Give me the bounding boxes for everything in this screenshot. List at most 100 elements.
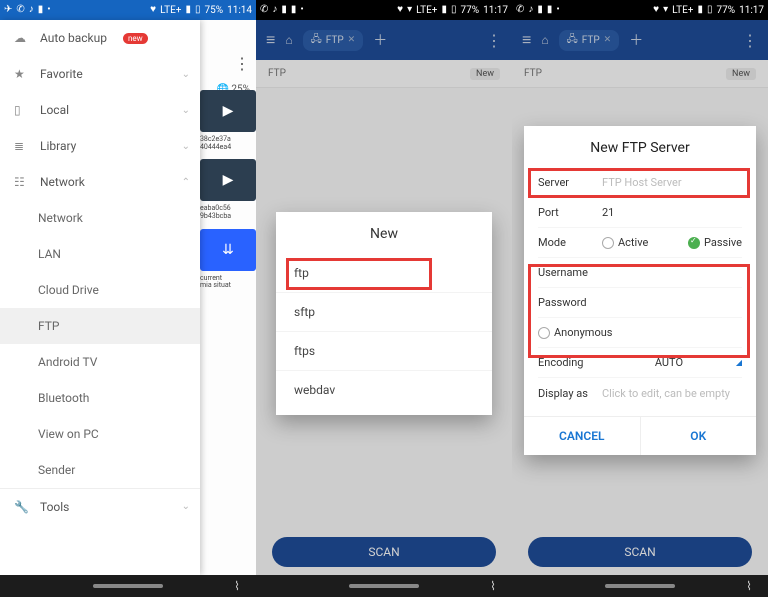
ok-button[interactable]: OK	[641, 417, 757, 455]
option-label: ftps	[294, 344, 315, 358]
battery-icon: ▯	[195, 5, 201, 15]
heart-icon: ♥	[397, 5, 403, 15]
radio-label: Passive	[704, 236, 742, 249]
drawer-label: Auto backup	[40, 31, 107, 45]
option-label: webdav	[294, 383, 335, 397]
drawer-sub-sender[interactable]: Sender	[0, 452, 200, 488]
option-ftp[interactable]: ftp	[276, 254, 492, 293]
zip-thumbnail[interactable]: ⇊	[200, 229, 256, 271]
drawer-local[interactable]: ▯ Local ⌄	[0, 92, 200, 128]
drawer-sub-androidtv[interactable]: Android TV	[0, 344, 200, 380]
battery-label: 77%	[717, 5, 736, 16]
drawer-sub-network[interactable]: Network	[0, 200, 200, 236]
mode-row: Mode Active Passive	[538, 228, 742, 258]
home-pill[interactable]	[605, 584, 675, 588]
drawer-sub-label: LAN	[38, 247, 61, 261]
drawer-network[interactable]: ☷ Network ⌃	[0, 164, 200, 200]
radio-label: Active	[618, 236, 648, 249]
button-label: OK	[690, 429, 706, 443]
server-placeholder: FTP Host Server	[602, 176, 682, 189]
status-bar: ✈ ✆ ♪ ▮ • ♥ LTE+ ▮ ▯ 75% 11:14	[0, 0, 256, 20]
app-icon: ▮	[547, 5, 553, 15]
video-thumbnail[interactable]: ▶	[200, 159, 256, 201]
dot-icon: •	[556, 5, 559, 15]
drawer-label: Tools	[40, 500, 69, 514]
stack-icon: ≣	[14, 139, 28, 153]
signal-icon: ▮	[697, 5, 703, 15]
display-as-field[interactable]: Display as Click to edit, can be empty	[538, 378, 742, 408]
display-as-label: Display as	[538, 387, 602, 400]
radio-icon	[602, 237, 614, 249]
password-field[interactable]: Password	[538, 288, 742, 318]
heart-icon: ♥	[150, 5, 156, 15]
home-pill[interactable]	[93, 584, 163, 588]
app-icon: ▮	[291, 5, 297, 15]
mode-active-radio[interactable]: Active	[602, 236, 648, 249]
network-label: LTE+	[416, 5, 437, 16]
drawer-sub-ftp[interactable]: FTP	[0, 308, 200, 344]
app-icon: ▮	[281, 5, 287, 15]
status-bar: ✆ ♪ ▮ ▮ • ♥ ▾ LTE+ ▮ ▯ 77% 11:17	[512, 0, 768, 20]
drawer-sub-bluetooth[interactable]: Bluetooth	[0, 380, 200, 416]
cancel-button[interactable]: CANCEL	[524, 417, 641, 455]
drawer-sub-viewonpc[interactable]: View on PC	[0, 416, 200, 452]
drawer-label: Library	[40, 139, 76, 153]
wifi-icon: ▾	[407, 5, 412, 15]
tiktok-icon: ♪	[272, 5, 277, 15]
nav-bar: ⌇	[256, 575, 512, 597]
option-label: ftp	[294, 266, 309, 280]
encoding-field[interactable]: Encoding AUTO ◢	[538, 348, 742, 378]
accessibility-icon[interactable]: ⌇	[746, 579, 752, 593]
app-icon: ▮	[38, 5, 44, 15]
new-connection-dialog: New ftp sftp ftps webdav	[276, 212, 492, 415]
video-thumbnail[interactable]: ▶	[200, 90, 256, 132]
drawer-label: Network	[40, 175, 85, 189]
drawer-favorite[interactable]: ★ Favorite ⌄	[0, 56, 200, 92]
whatsapp-icon: ✆	[16, 5, 24, 15]
file-name-line: 40444ea4	[200, 143, 231, 151]
drawer-tools[interactable]: 🔧 Tools ⌄	[0, 488, 200, 524]
battery-icon: ▯	[451, 5, 457, 15]
clock-label: 11:14	[227, 5, 252, 16]
anonymous-row[interactable]: Anonymous	[538, 318, 742, 348]
drawer-sub-label: Network	[38, 211, 83, 225]
drawer-auto-backup[interactable]: ☁ Auto backup new	[0, 20, 200, 56]
wrench-icon: 🔧	[14, 500, 28, 514]
mode-passive-radio[interactable]: Passive	[688, 236, 742, 249]
signal-icon: ▮	[185, 5, 191, 15]
server-field[interactable]: Server FTP Host Server	[538, 168, 742, 198]
drawer-label: Favorite	[40, 67, 83, 81]
chevron-down-icon: ⌄	[182, 105, 190, 116]
dot-icon: •	[47, 5, 50, 15]
drawer-sub-cloud[interactable]: Cloud Drive	[0, 272, 200, 308]
dialog-title: New FTP Server	[538, 140, 742, 168]
whatsapp-icon: ✆	[516, 5, 524, 15]
option-sftp[interactable]: sftp	[276, 293, 492, 332]
battery-label: 77%	[461, 5, 480, 16]
accessibility-icon[interactable]: ⌇	[490, 579, 496, 593]
radio-checked-icon	[688, 237, 700, 249]
side-drawer: ☁ Auto backup new ★ Favorite ⌄ ▯ Local ⌄…	[0, 20, 200, 575]
drawer-sub-label: Sender	[38, 463, 75, 477]
app-icon: ▮	[537, 5, 543, 15]
accessibility-icon[interactable]: ⌇	[234, 579, 240, 593]
tiktok-icon: ♪	[29, 5, 34, 15]
home-pill[interactable]	[349, 584, 419, 588]
chevron-up-icon: ⌃	[182, 177, 190, 188]
drawer-sub-lan[interactable]: LAN	[0, 236, 200, 272]
port-label: Port	[538, 206, 602, 219]
file-name-line: 9b43bcba	[200, 212, 231, 220]
drawer-library[interactable]: ≣ Library ⌄	[0, 128, 200, 164]
dot-icon: •	[300, 5, 303, 15]
option-ftps[interactable]: ftps	[276, 332, 492, 371]
network-label: LTE+	[160, 5, 181, 16]
telegram-icon: ✈	[4, 5, 12, 15]
encoding-value: AUTO	[655, 356, 683, 369]
anonymous-label: Anonymous	[554, 326, 612, 339]
network-label: LTE+	[672, 5, 693, 16]
radio-icon	[538, 327, 550, 339]
option-webdav[interactable]: webdav	[276, 371, 492, 409]
port-field[interactable]: Port 21	[538, 198, 742, 228]
overflow-icon[interactable]: ⋮	[234, 54, 250, 73]
username-field[interactable]: Username	[538, 258, 742, 288]
